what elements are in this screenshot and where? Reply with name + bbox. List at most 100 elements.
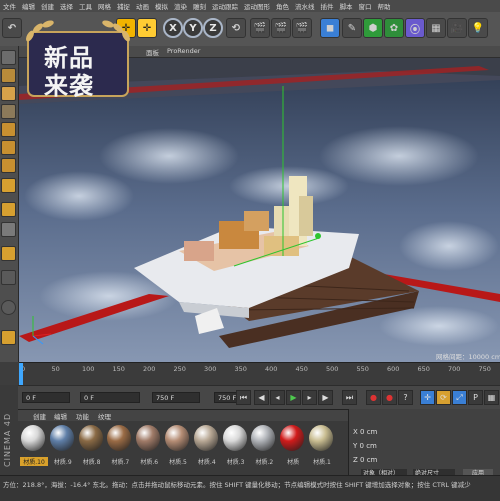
- menu-item-17[interactable]: 窗口: [356, 1, 375, 11]
- timeline-tick: 300: [204, 365, 217, 373]
- pen-spline-icon[interactable]: ✎: [342, 18, 362, 38]
- mouse-icon[interactable]: [1, 270, 16, 285]
- material-swatch[interactable]: 材质.8: [78, 424, 104, 470]
- previous-key-icon[interactable]: ◀: [254, 390, 269, 405]
- go-to-end-icon[interactable]: ⏭: [342, 390, 357, 405]
- material-swatch[interactable]: 材质: [279, 424, 305, 470]
- render-settings-icon[interactable]: 🎬: [292, 18, 312, 38]
- material-swatch[interactable]: 材质.4: [193, 424, 219, 470]
- coord-x-value[interactable]: 0 cm: [360, 428, 377, 436]
- menu-item-7[interactable]: 动画: [133, 1, 152, 11]
- magnet-icon[interactable]: [1, 330, 16, 345]
- coord-y-value[interactable]: 0 cm: [360, 442, 377, 450]
- y-axis-lock-button[interactable]: Y: [183, 18, 203, 38]
- coord-z-value[interactable]: 0 cm: [360, 456, 377, 464]
- coord-row-x: X 0 cm: [353, 428, 378, 436]
- menu-item-11[interactable]: 运动跟踪: [209, 1, 241, 11]
- cloner-icon[interactable]: ✿: [384, 18, 404, 38]
- material-swatch[interactable]: 材质.1: [308, 424, 334, 470]
- material-menu-edit[interactable]: 编辑: [54, 411, 67, 421]
- menu-item-14[interactable]: 流水线: [292, 1, 318, 11]
- record-icon[interactable]: ●: [366, 390, 381, 405]
- material-swatch[interactable]: 材质.6: [135, 424, 161, 470]
- material-swatch[interactable]: 材质.2: [250, 424, 276, 470]
- material-label: 材质.7: [111, 459, 130, 466]
- material-menu-create[interactable]: 创建: [33, 411, 46, 421]
- keyframe-selection-icon[interactable]: ?: [398, 390, 413, 405]
- go-to-start-icon[interactable]: ⏮: [236, 390, 251, 405]
- texture-mode-icon[interactable]: [1, 86, 16, 101]
- material-swatch[interactable]: 材质.5: [164, 424, 190, 470]
- key-scale-icon[interactable]: ⤢: [452, 390, 467, 405]
- material-swatch[interactable]: 材质.9: [49, 424, 75, 470]
- render-view-icon[interactable]: 🎬: [250, 18, 270, 38]
- step-back-icon[interactable]: ◂: [270, 390, 285, 405]
- deformer-icon[interactable]: ⦿: [405, 18, 425, 38]
- subdivision-icon[interactable]: ⬢: [363, 18, 383, 38]
- camera-icon[interactable]: 🎥: [447, 18, 467, 38]
- material-menu-texture[interactable]: 纹理: [98, 411, 111, 421]
- enable-axis-icon[interactable]: [1, 178, 16, 193]
- snap-icon[interactable]: [1, 222, 16, 237]
- menu-item-2[interactable]: 创建: [38, 1, 57, 11]
- make-editable-icon[interactable]: [1, 50, 16, 65]
- z-axis-lock-button[interactable]: Z: [203, 18, 223, 38]
- step-forward-icon[interactable]: ▸: [302, 390, 317, 405]
- render-to-picture-viewer-icon[interactable]: 🎬: [271, 18, 291, 38]
- coordinate-system-icon[interactable]: ⟲: [226, 18, 246, 38]
- locked-workplane-icon[interactable]: [1, 246, 16, 261]
- timeline-tick: 200: [143, 365, 156, 373]
- menu-item-16[interactable]: 脚本: [337, 1, 356, 11]
- cube-object-icon[interactable]: ◼: [320, 18, 340, 38]
- x-axis-lock-button[interactable]: X: [163, 18, 183, 38]
- material-preview-ball: [136, 425, 161, 451]
- model-mode-icon[interactable]: [1, 68, 16, 83]
- end-frame-field[interactable]: 750 F: [152, 392, 200, 403]
- workplane-icon[interactable]: [1, 104, 16, 119]
- play-icon[interactable]: ▶: [286, 390, 301, 405]
- menu-item-15[interactable]: 插件: [318, 1, 337, 11]
- key-pla-icon[interactable]: ▦: [484, 390, 499, 405]
- tweak-icon[interactable]: [1, 202, 16, 217]
- menu-item-0[interactable]: 文件: [0, 1, 19, 11]
- material-label: 材质.3: [226, 459, 245, 466]
- menu-item-6[interactable]: 捕捉: [114, 1, 133, 11]
- material-swatch[interactable]: 材质.7: [106, 424, 132, 470]
- menu-item-5[interactable]: 网格: [95, 1, 114, 11]
- next-key-icon[interactable]: ▶: [318, 390, 333, 405]
- menu-item-12[interactable]: 运动图形: [241, 1, 273, 11]
- material-label: 材质.10: [20, 457, 48, 466]
- light-icon[interactable]: 💡: [468, 18, 488, 38]
- menu-item-18[interactable]: 帮助: [375, 1, 394, 11]
- timeline-tick: 550: [356, 365, 369, 373]
- menu-item-3[interactable]: 选择: [57, 1, 76, 11]
- menu-item-4[interactable]: 工具: [76, 1, 95, 11]
- menu-item-8[interactable]: 模拟: [152, 1, 171, 11]
- menu-item-9[interactable]: 渲染: [171, 1, 190, 11]
- material-menu-function[interactable]: 功能: [76, 411, 89, 421]
- timeline-ruler[interactable]: 0 50 100 150 200 250 300 350 400 450 500 550 600 650 7…: [19, 362, 500, 386]
- menu-item-1[interactable]: 编辑: [19, 1, 38, 11]
- key-rotation-icon[interactable]: ⟳: [436, 390, 451, 405]
- renderer-label[interactable]: ProRender: [167, 47, 200, 55]
- menu-item-13[interactable]: 角色: [273, 1, 292, 11]
- sculpt-icon[interactable]: [1, 300, 16, 315]
- key-position-icon[interactable]: ✛: [420, 390, 435, 405]
- panel-menu[interactable]: 面板: [146, 47, 159, 57]
- autokey-icon[interactable]: ●: [382, 390, 397, 405]
- key-param-icon[interactable]: P: [468, 390, 483, 405]
- playhead[interactable]: [19, 363, 23, 386]
- max-frame-field[interactable]: 750 F: [214, 392, 238, 403]
- menu-item-10[interactable]: 雕刻: [190, 1, 209, 11]
- points-mode-icon[interactable]: [1, 122, 16, 137]
- timeline-tick: 700: [448, 365, 461, 373]
- material-preview-ball: [21, 425, 45, 451]
- scale-tool-icon[interactable]: ✛: [137, 18, 157, 38]
- edges-mode-icon[interactable]: [1, 140, 16, 155]
- start-frame-field[interactable]: 0 F: [22, 392, 70, 403]
- material-swatch[interactable]: 材质.3: [222, 424, 248, 470]
- material-swatch[interactable]: 材质.10: [20, 424, 48, 470]
- floor-icon[interactable]: ▦: [426, 18, 446, 38]
- current-frame-field[interactable]: 0 F: [80, 392, 140, 403]
- polygons-mode-icon[interactable]: [1, 158, 16, 173]
